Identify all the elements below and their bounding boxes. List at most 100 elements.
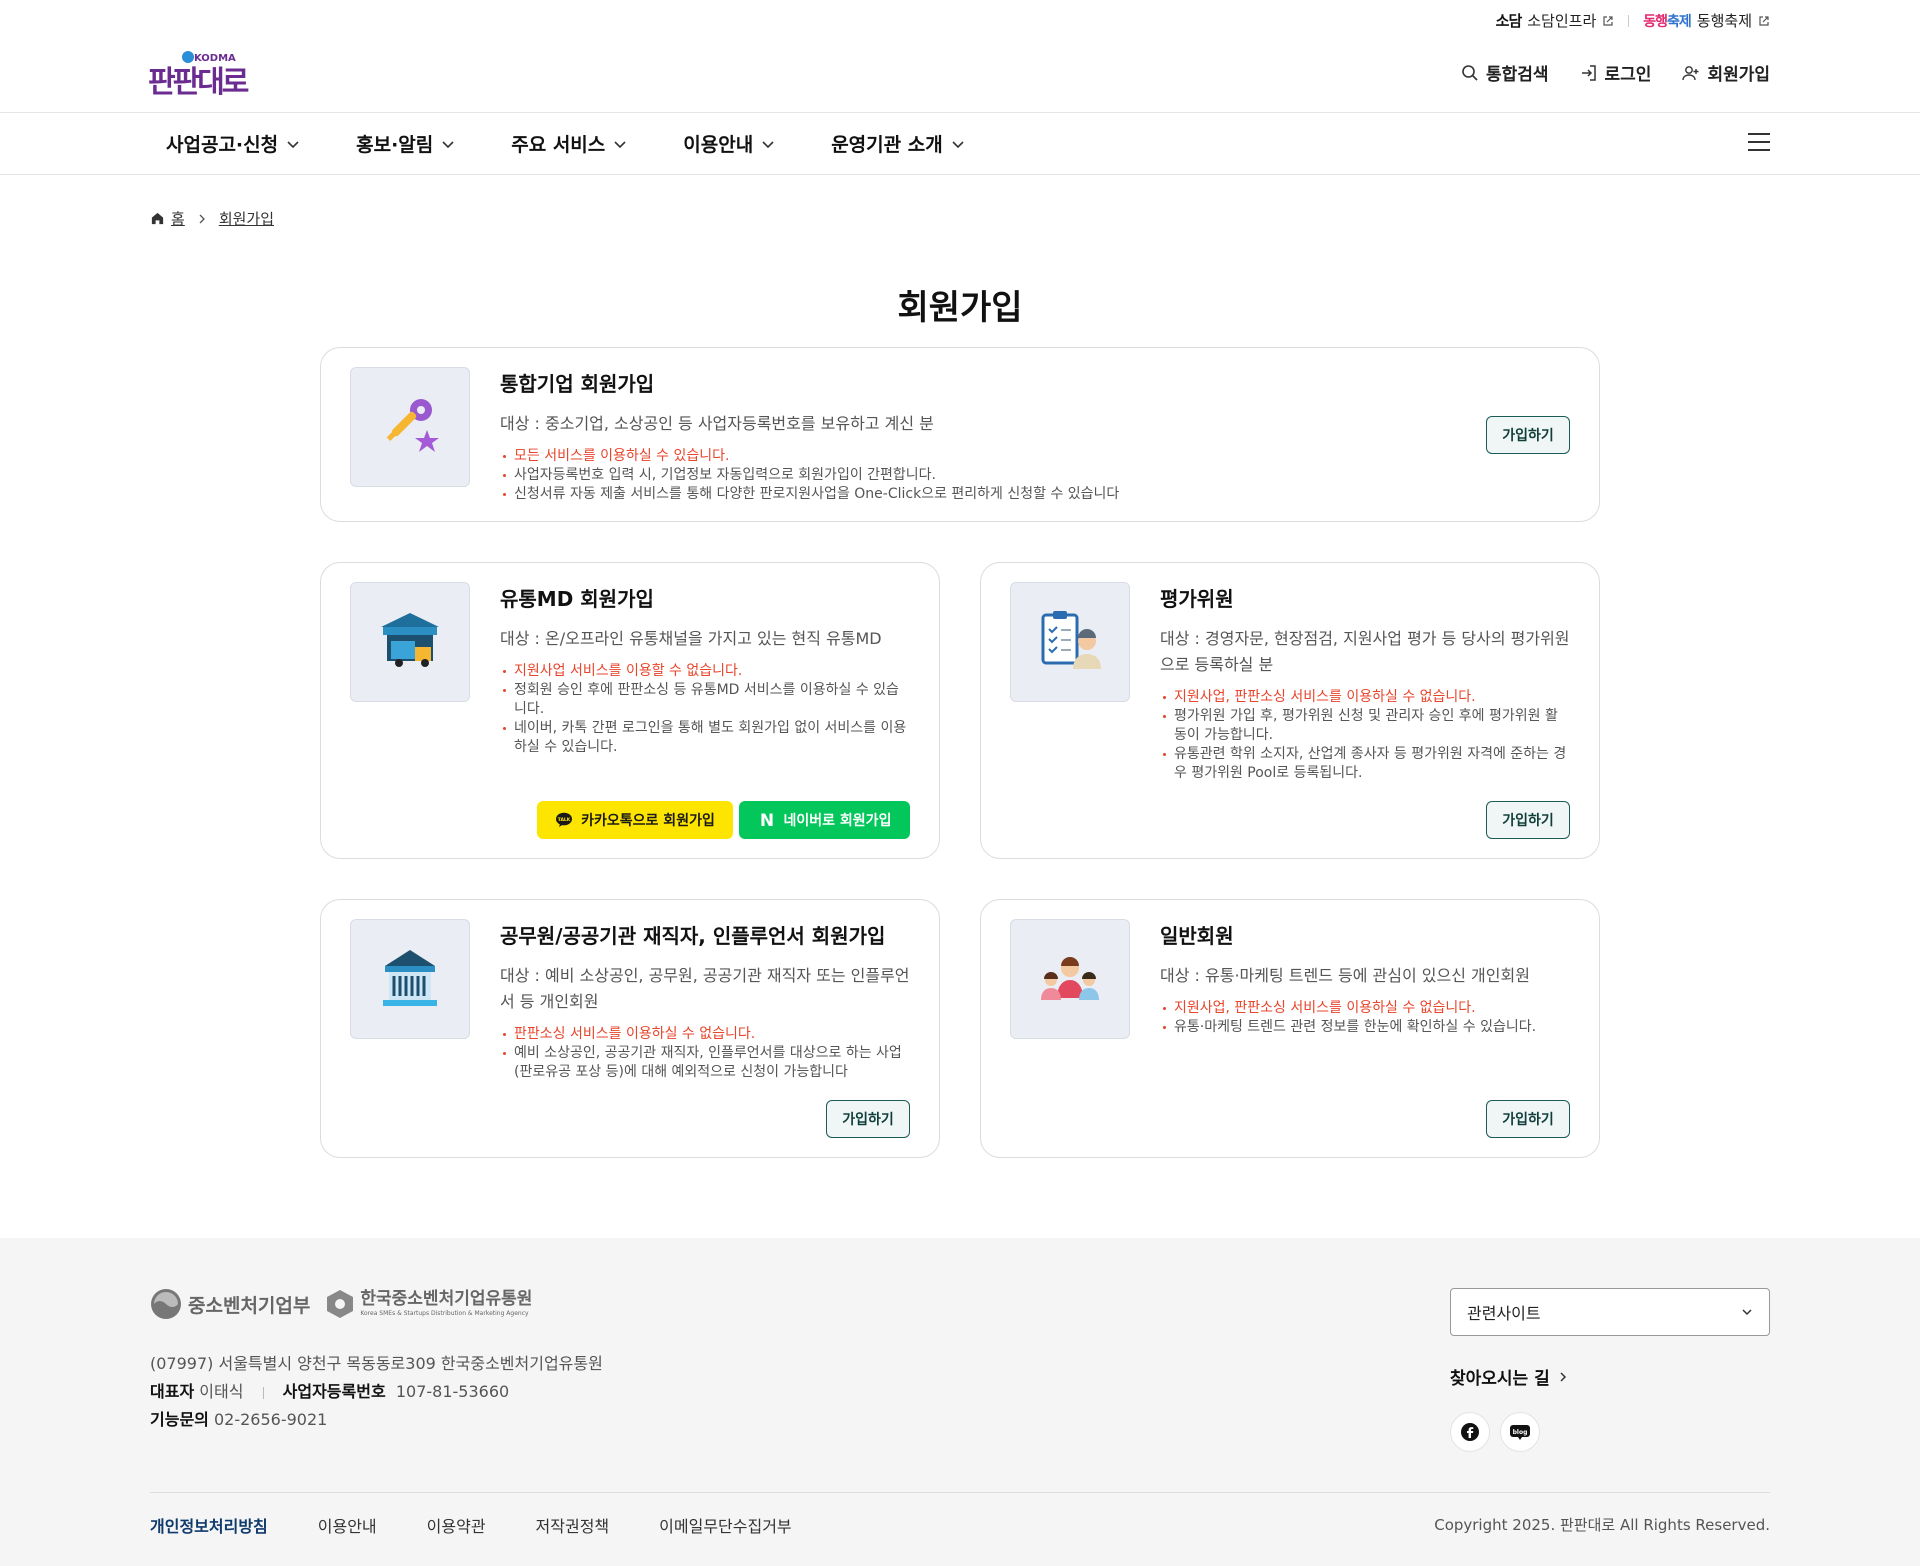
card-notes: 지원사업, 판판소싱 서비스를 이용하실 수 없습니다. 유통·마케팅 트렌드 …	[1160, 999, 1570, 1037]
chevron-down-icon	[287, 140, 299, 148]
facebook-link[interactable]	[1450, 1412, 1490, 1452]
chevron-down-icon	[442, 140, 454, 148]
evaluator-join-button[interactable]: 가입하기	[1486, 801, 1570, 839]
card-note: 모든 서비스를 이용하실 수 있습니다.	[500, 447, 1550, 466]
card-public-influencer: 공무원/공공기관 재직자, 인플루언서 회원가입 대상 : 예비 소상공인, 공…	[320, 899, 940, 1158]
naver-n-icon: N	[759, 812, 773, 828]
festa-label: 동행축제	[1696, 12, 1752, 30]
copyright: Copyright 2025. 판판대로 All Rights Reserved…	[1434, 1516, 1770, 1534]
card-thumbnail	[350, 582, 470, 702]
breadcrumb: 홈 회원가입	[150, 208, 274, 229]
search-icon	[1462, 64, 1478, 81]
card-target: 대상 : 중소기업, 소상공인 등 사업자등록번호를 보유하고 계신 분	[500, 414, 934, 433]
kakao-signup-button[interactable]: TALK 카카오톡으로 회원가입	[537, 801, 733, 839]
address: (07997) 서울특별시 양천구 목동동로309 한국중소벤처기업유통원	[150, 1354, 603, 1373]
card-target: 대상 : 예비 소상공인, 공무원, 공공기관 재직자 또는 인플루언서 등 개…	[500, 966, 910, 1011]
card-notes: 지원사업 서비스를 이용할 수 없습니다. 정회원 승인 후에 판판소싱 등 유…	[500, 662, 910, 757]
chevron-right-icon	[199, 214, 205, 223]
public-join-button[interactable]: 가입하기	[826, 1100, 910, 1138]
main-navigation: 사업공고·신청 홍보·알림 주요 서비스 이용안내 운영기관 소개	[0, 112, 1920, 175]
footer-links: 개인정보처리방침 이용안내 이용약관 저작권정책 이메일무단수집거부	[150, 1513, 792, 1537]
copyright-policy-link[interactable]: 저작권정책	[536, 1513, 610, 1537]
festa-logo: 동행축제	[1643, 13, 1692, 30]
naver-signup-button[interactable]: N 네이버로 회원가입	[739, 801, 910, 839]
warehouse-truck-icon	[381, 613, 439, 667]
blog-link[interactable]: blog	[1500, 1412, 1540, 1452]
chevron-down-icon	[762, 140, 774, 148]
sodam-infra-label: 소담인프라	[1527, 12, 1597, 30]
svg-text:판판대로: 판판대로	[148, 65, 249, 98]
login-icon	[1581, 64, 1596, 81]
top-menu: 통합검색 로그인 회원가입	[1460, 60, 1770, 85]
general-join-button[interactable]: 가입하기	[1486, 1100, 1570, 1138]
privacy-policy-link[interactable]: 개인정보처리방침	[150, 1513, 268, 1537]
footer-divider	[150, 1492, 1770, 1493]
people-group-icon	[1041, 957, 1099, 1000]
card-title: 유통MD 회원가입	[500, 587, 654, 611]
site-logo[interactable]: KODMA 판판대로	[148, 48, 268, 100]
gnb-item-promotion[interactable]: 홍보·알림	[356, 130, 455, 157]
directions-link[interactable]: 찾아오시는 길	[1450, 1364, 1568, 1389]
integrated-search-link[interactable]: 통합검색	[1460, 60, 1549, 85]
government-building-icon	[383, 950, 437, 1006]
agency-emblem-icon	[327, 1290, 354, 1318]
breadcrumb-home[interactable]: 홈	[171, 208, 185, 229]
panpan-logo-icon: KODMA 판판대로	[148, 51, 252, 100]
card-note: 예비 소상공인, 공공기관 재직자, 인플루언서를 대상으로 하는 사업(판로유…	[500, 1044, 910, 1082]
agency-subtitle: Korea SMEs & Startups Distribution & Mar…	[360, 1310, 529, 1317]
gnb-item-guide[interactable]: 이용안내	[683, 130, 775, 157]
card-title: 평가위원	[1160, 587, 1234, 611]
card-title: 일반회원	[1160, 924, 1234, 948]
card-target: 대상 : 경영자문, 현장점검, 지원사업 평가 등 당사의 평가위원으로 등록…	[1160, 629, 1570, 674]
card-note: 유통·마케팅 트렌드 관련 정보를 한눈에 확인하실 수 있습니다.	[1160, 1018, 1570, 1037]
login-link[interactable]: 로그인	[1579, 60, 1651, 85]
card-notes: 지원사업, 판판소싱 서비스를 이용하실 수 없습니다. 평가위원 가입 후, …	[1160, 688, 1570, 783]
sns-links: blog	[1450, 1412, 1540, 1452]
ministry-logo: 중소벤처기업부	[150, 1288, 310, 1320]
terms-link[interactable]: 이용약관	[427, 1513, 486, 1537]
gnb-item-main-services[interactable]: 주요 서비스	[511, 130, 627, 157]
card-note: 정회원 승인 후에 판판소싱 등 유통MD 서비스를 이용하실 수 있습니다.	[500, 681, 910, 719]
key-star-icon	[386, 399, 439, 452]
svg-text:blog: blog	[1513, 1429, 1528, 1436]
svg-text:KODMA: KODMA	[194, 53, 236, 64]
chevron-down-icon	[952, 140, 964, 148]
card-notes: 모든 서비스를 이용하실 수 있습니다. 사업자등록번호 입력 시, 기업정보 …	[500, 447, 1550, 504]
sodam-logo: 소담	[1495, 12, 1523, 30]
card-evaluator: 평가위원 대상 : 경영자문, 현장점검, 지원사업 평가 등 당사의 평가위원…	[980, 562, 1600, 859]
business-number: 107-81-53660	[395, 1382, 510, 1401]
card-notes: 판판소싱 서비스를 이용하실 수 없습니다. 예비 소상공인, 공공기관 재직자…	[500, 1025, 910, 1082]
integrated-join-button[interactable]: 가입하기	[1486, 416, 1570, 454]
email-refusal-link[interactable]: 이메일무단수집거부	[659, 1513, 791, 1537]
card-note: 지원사업 서비스를 이용할 수 없습니다.	[500, 662, 910, 681]
card-note: 지원사업, 판판소싱 서비스를 이용하실 수 없습니다.	[1160, 688, 1570, 707]
signup-link[interactable]: 회원가입	[1681, 60, 1770, 85]
card-note: 네이버, 카톡 간편 로그인을 통해 별도 회원가입 없이 서비스를 이용하실 …	[500, 719, 910, 757]
footer: 중소벤처기업부 한국중소벤처기업유통원 Korea SMEs & Startup…	[0, 1238, 1920, 1566]
chevron-right-icon	[1560, 1371, 1566, 1382]
chevron-down-icon	[614, 140, 626, 148]
gnb-item-business-notice[interactable]: 사업공고·신청	[166, 130, 300, 157]
card-thumbnail	[1010, 582, 1130, 702]
gnb-item-about[interactable]: 운영기관 소개	[831, 130, 965, 157]
breadcrumb-current[interactable]: 회원가입	[219, 208, 274, 229]
footer-logos: 중소벤처기업부 한국중소벤처기업유통원 Korea SMEs & Startup…	[150, 1288, 532, 1320]
hamburger-menu-icon[interactable]	[1748, 133, 1770, 153]
footer-info: (07997) 서울특별시 양천구 목동동로309 한국중소벤처기업유통원 대표…	[150, 1350, 603, 1434]
sodam-infra-link[interactable]: 소담 소담인프라	[1496, 10, 1615, 31]
card-md-member: 유통MD 회원가입 대상 : 온/오프라인 유통채널을 가지고 있는 현직 유통…	[320, 562, 940, 859]
evaluator-clipboard-icon	[1041, 611, 1101, 669]
card-title: 공무원/공공기관 재직자, 인플루언서 회원가입	[500, 924, 886, 948]
divider	[1628, 14, 1630, 27]
utility-bar: 소담 소담인프라 동행축제 동행축제	[1496, 10, 1770, 31]
usage-guide-link[interactable]: 이용안내	[318, 1513, 377, 1537]
related-sites-select[interactable]: 관련사이트	[1450, 1288, 1770, 1336]
card-thumbnail	[350, 919, 470, 1039]
facebook-icon	[1461, 1423, 1479, 1441]
card-note: 평가위원 가입 후, 평가위원 신청 및 관리자 승인 후에 평가위원 활동이 …	[1160, 707, 1570, 745]
contact-phone: 02-2656-9021	[213, 1410, 328, 1429]
card-target: 대상 : 온/오프라인 유통채널을 가지고 있는 현직 유통MD	[500, 629, 882, 648]
ministry-emblem-icon	[151, 1289, 181, 1319]
card-note: 판판소싱 서비스를 이용하실 수 없습니다.	[500, 1025, 910, 1044]
festa-link[interactable]: 동행축제 동행축제	[1643, 10, 1770, 31]
